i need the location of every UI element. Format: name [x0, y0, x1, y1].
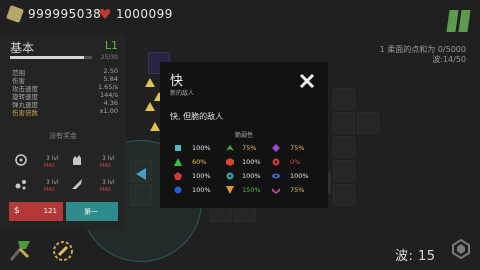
research-icon[interactable] [52, 240, 74, 262]
ability-max: MAX [44, 163, 56, 169]
triangle-down-orange-icon [226, 186, 234, 194]
resist-value: 100% [192, 172, 211, 180]
stat-value: 4.36 [103, 99, 118, 107]
ability-rotate-icon[interactable] [14, 153, 28, 167]
lives-amount: 1000099 [116, 7, 173, 21]
resist-value: 100% [192, 144, 211, 152]
ability-level: 3 lvl [102, 179, 115, 186]
resist-value: 100% [242, 158, 261, 166]
wave-progress: 波:14/50 [432, 55, 466, 64]
arrow-magenta-icon [272, 188, 280, 194]
eye-blue-icon [272, 173, 280, 179]
stat-value: 1.65/s [97, 83, 118, 91]
stat-value: 144/s [100, 91, 118, 99]
enemy-marker-icon [145, 78, 155, 87]
top-bar: 999995038 1000099 [0, 0, 480, 32]
board-tile[interactable] [357, 112, 379, 134]
enemy-info-popup: 快 新的敌人 快, 但脆的敌人 脆弱性 100% 75% 75% 60% 100… [160, 62, 328, 208]
square-teal-icon [175, 145, 181, 151]
ability-level: 3 lvl [102, 155, 115, 162]
ability-max: MAX [44, 187, 56, 193]
board-tile[interactable] [333, 184, 355, 206]
stat-value: 5.84 [103, 75, 118, 83]
dollar-icon: $ [14, 206, 20, 216]
enemy-description: 快, 但脆的敌人 [170, 112, 224, 121]
gold-amount: 999995038 [28, 7, 102, 21]
stat-value: x1.00 [99, 107, 118, 115]
wave-counter: 波: 15 [395, 249, 436, 264]
tower-name: 基本 [10, 41, 35, 55]
triangle-green-icon [174, 158, 182, 166]
enemy-name: 快 [170, 74, 184, 89]
gear-red-icon [272, 158, 280, 166]
ability-max: MAX [100, 187, 112, 193]
enemy-marker-icon [145, 102, 155, 111]
tower-level: L1 [104, 39, 118, 52]
stat-value: 2.50 [103, 67, 118, 75]
ability-level: 3 lvl [46, 155, 59, 162]
resist-value: 100% [242, 172, 261, 180]
resist-value: 0% [290, 158, 301, 166]
upgrade-label: 第一 [84, 208, 98, 216]
build-tools-icon[interactable] [8, 237, 34, 261]
enemy-subtitle: 新的敌人 [170, 90, 195, 97]
board-tile[interactable] [333, 88, 355, 110]
resist-value: 100% [192, 186, 211, 194]
pause-button[interactable] [446, 10, 471, 32]
resist-value: 150% [242, 186, 261, 194]
ability-missile-icon[interactable] [70, 177, 84, 191]
heart-icon [99, 9, 111, 19]
hexagon-red-icon [226, 158, 234, 166]
pentagon-red-icon [174, 172, 182, 180]
resistance-header: 脆弱性 [234, 132, 253, 139]
board-tile[interactable] [333, 136, 355, 158]
upgrade-button[interactable]: 第一 [66, 202, 118, 221]
no-reward-text: 没有奖金 [49, 132, 77, 140]
diamond-purple-icon [272, 144, 280, 152]
resist-value: 75% [242, 144, 257, 152]
resist-value: 100% [290, 172, 309, 180]
ability-split-icon[interactable] [14, 177, 28, 191]
enemy-marker-icon [150, 122, 160, 131]
xp-bar [10, 56, 84, 59]
sell-button[interactable]: $ 121 [9, 202, 63, 221]
stat-label: 伤害倍数 [12, 109, 38, 117]
chevron-green-icon [226, 145, 234, 151]
next-wave-button[interactable] [450, 238, 472, 260]
ability-hand-icon[interactable] [70, 153, 84, 167]
sell-value: 121 [43, 207, 57, 215]
board-tile[interactable] [333, 112, 355, 134]
ability-max: MAX [100, 163, 112, 169]
board-tile[interactable] [333, 160, 355, 182]
close-icon[interactable] [299, 73, 315, 89]
gear-teal-icon [226, 172, 234, 180]
resist-value: 75% [290, 144, 305, 152]
resist-value: 75% [290, 186, 305, 194]
enemy-spawn-arrow-icon [136, 168, 146, 180]
coin-icon [6, 5, 24, 23]
xp-bar-remaining [84, 56, 92, 59]
tower-info-panel: 基本 L1 25/30 范围 2.50 伤害 5.84 攻击速度 1.65/s … [0, 35, 126, 230]
xp-text: 25/30 [100, 54, 118, 61]
resist-value: 60% [192, 158, 207, 166]
ability-level: 3 lvl [46, 179, 59, 186]
circle-blue-icon [174, 186, 182, 194]
